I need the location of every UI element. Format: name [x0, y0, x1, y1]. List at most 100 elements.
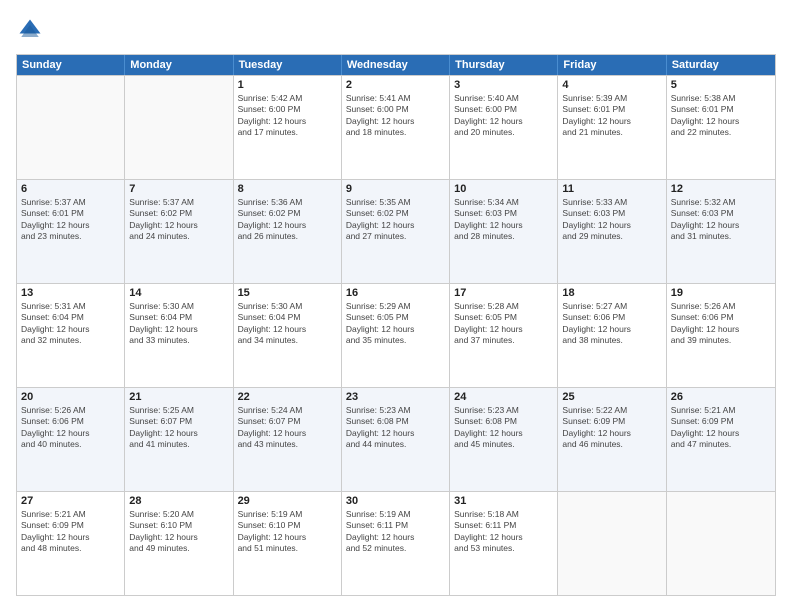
day-number: 15 [238, 287, 337, 299]
day-info: Sunrise: 5:22 AM Sunset: 6:09 PM Dayligh… [562, 405, 661, 451]
calendar-day-22: 22Sunrise: 5:24 AM Sunset: 6:07 PM Dayli… [234, 388, 342, 491]
calendar-day-18: 18 Sunrise: 5:27 AM Sunset: 6:06 PM Dayli… [558, 284, 666, 387]
day-number: 19 [671, 287, 771, 299]
calendar-day-19: 19 Sunrise: 5:26 AM Sunset: 6:06 PM Dayli… [667, 284, 775, 387]
calendar-day-11: 11 Sunrise: 5:33 AM Sunset: 6:03 PM Dayli… [558, 180, 666, 283]
day-info: Sunrise: 5:23 AM Sunset: 6:08 PM Dayligh… [346, 405, 445, 451]
day-info: Sunrise: 5:21 AM Sunset: 6:09 PM Dayligh… [671, 405, 771, 451]
day-number: 14 [129, 287, 228, 299]
day-info: Sunrise: 5:39 AM Sunset: 6:01 PM Dayligh… [562, 93, 661, 139]
calendar-week-2: 6 Sunrise: 5:37 AM Sunset: 6:01 PM Daylig… [17, 179, 775, 283]
calendar-day-27: 27 Sunrise: 5:21 AM Sunset: 6:09 PM Dayli… [17, 492, 125, 595]
day-info: Sunrise: 5:26 AM Sunset: 6:06 PM Dayligh… [21, 405, 120, 451]
calendar-day-7: 7 Sunrise: 5:37 AM Sunset: 6:02 PM Daylig… [125, 180, 233, 283]
calendar-day-13: 13Sunrise: 5:31 AM Sunset: 6:04 PM Dayli… [17, 284, 125, 387]
calendar-week-1: 1 Sunrise: 5:42 AM Sunset: 6:00 PM Daylig… [17, 75, 775, 179]
calendar-day-16: 16 Sunrise: 5:29 AM Sunset: 6:05 PM Dayli… [342, 284, 450, 387]
day-info: Sunrise: 5:41 AM Sunset: 6:00 PM Dayligh… [346, 93, 445, 139]
calendar: SundayMondayTuesdayWednesdayThursdayFrid… [16, 54, 776, 596]
page: SundayMondayTuesdayWednesdayThursdayFrid… [0, 0, 792, 612]
header [16, 16, 776, 44]
day-info: Sunrise: 5:19 AM Sunset: 6:11 PM Dayligh… [346, 509, 445, 555]
day-number: 20 [21, 391, 120, 403]
day-number: 6 [21, 183, 120, 195]
day-info: Sunrise: 5:27 AM Sunset: 6:06 PM Dayligh… [562, 301, 661, 347]
calendar-day-empty-4-5 [558, 492, 666, 595]
day-number: 26 [671, 391, 771, 403]
calendar-week-5: 27 Sunrise: 5:21 AM Sunset: 6:09 PM Dayli… [17, 491, 775, 595]
day-number: 2 [346, 79, 445, 91]
day-number: 5 [671, 79, 771, 91]
calendar-week-3: 13Sunrise: 5:31 AM Sunset: 6:04 PM Dayli… [17, 283, 775, 387]
calendar-day-14: 14 Sunrise: 5:30 AM Sunset: 6:04 PM Dayli… [125, 284, 233, 387]
day-info: Sunrise: 5:20 AM Sunset: 6:10 PM Dayligh… [129, 509, 228, 555]
calendar-day-31: 31Sunrise: 5:18 AM Sunset: 6:11 PM Dayli… [450, 492, 558, 595]
day-number: 28 [129, 495, 228, 507]
calendar-day-1: 1 Sunrise: 5:42 AM Sunset: 6:00 PM Daylig… [234, 76, 342, 179]
day-info: Sunrise: 5:30 AM Sunset: 6:04 PM Dayligh… [129, 301, 228, 347]
calendar-body: 1 Sunrise: 5:42 AM Sunset: 6:00 PM Daylig… [17, 75, 775, 595]
day-info: Sunrise: 5:35 AM Sunset: 6:02 PM Dayligh… [346, 197, 445, 243]
day-number: 21 [129, 391, 228, 403]
day-info: Sunrise: 5:28 AM Sunset: 6:05 PM Dayligh… [454, 301, 553, 347]
calendar-day-2: 2 Sunrise: 5:41 AM Sunset: 6:00 PM Daylig… [342, 76, 450, 179]
calendar-week-4: 20 Sunrise: 5:26 AM Sunset: 6:06 PM Dayli… [17, 387, 775, 491]
day-number: 29 [238, 495, 337, 507]
day-info: Sunrise: 5:40 AM Sunset: 6:00 PM Dayligh… [454, 93, 553, 139]
day-info: Sunrise: 5:42 AM Sunset: 6:00 PM Dayligh… [238, 93, 337, 139]
day-number: 7 [129, 183, 228, 195]
day-info: Sunrise: 5:21 AM Sunset: 6:09 PM Dayligh… [21, 509, 120, 555]
header-cell-tuesday: Tuesday [234, 55, 342, 75]
day-number: 17 [454, 287, 553, 299]
calendar-day-24: 24Sunrise: 5:23 AM Sunset: 6:08 PM Dayli… [450, 388, 558, 491]
day-number: 9 [346, 183, 445, 195]
calendar-day-4: 4Sunrise: 5:39 AM Sunset: 6:01 PM Daylig… [558, 76, 666, 179]
calendar-day-17: 17 Sunrise: 5:28 AM Sunset: 6:05 PM Dayli… [450, 284, 558, 387]
day-number: 25 [562, 391, 661, 403]
day-number: 16 [346, 287, 445, 299]
day-info: Sunrise: 5:38 AM Sunset: 6:01 PM Dayligh… [671, 93, 771, 139]
day-info: Sunrise: 5:34 AM Sunset: 6:03 PM Dayligh… [454, 197, 553, 243]
day-info: Sunrise: 5:29 AM Sunset: 6:05 PM Dayligh… [346, 301, 445, 347]
calendar-day-12: 12 Sunrise: 5:32 AM Sunset: 6:03 PM Dayli… [667, 180, 775, 283]
day-info: Sunrise: 5:25 AM Sunset: 6:07 PM Dayligh… [129, 405, 228, 451]
day-number: 8 [238, 183, 337, 195]
day-number: 18 [562, 287, 661, 299]
calendar-header: SundayMondayTuesdayWednesdayThursdayFrid… [17, 55, 775, 75]
logo [16, 16, 48, 44]
calendar-day-21: 21 Sunrise: 5:25 AM Sunset: 6:07 PM Dayli… [125, 388, 233, 491]
day-number: 31 [454, 495, 553, 507]
header-cell-sunday: Sunday [17, 55, 125, 75]
day-info: Sunrise: 5:31 AM Sunset: 6:04 PM Dayligh… [21, 301, 120, 347]
calendar-day-5: 5 Sunrise: 5:38 AM Sunset: 6:01 PM Daylig… [667, 76, 775, 179]
day-info: Sunrise: 5:30 AM Sunset: 6:04 PM Dayligh… [238, 301, 337, 347]
day-number: 3 [454, 79, 553, 91]
day-number: 30 [346, 495, 445, 507]
calendar-day-9: 9 Sunrise: 5:35 AM Sunset: 6:02 PM Daylig… [342, 180, 450, 283]
day-info: Sunrise: 5:33 AM Sunset: 6:03 PM Dayligh… [562, 197, 661, 243]
header-cell-saturday: Saturday [667, 55, 775, 75]
day-number: 22 [238, 391, 337, 403]
day-number: 27 [21, 495, 120, 507]
day-number: 10 [454, 183, 553, 195]
day-number: 1 [238, 79, 337, 91]
calendar-day-empty-0-0 [17, 76, 125, 179]
calendar-day-23: 23 Sunrise: 5:23 AM Sunset: 6:08 PM Dayli… [342, 388, 450, 491]
day-number: 11 [562, 183, 661, 195]
day-info: Sunrise: 5:26 AM Sunset: 6:06 PM Dayligh… [671, 301, 771, 347]
header-cell-friday: Friday [558, 55, 666, 75]
calendar-day-8: 8Sunrise: 5:36 AM Sunset: 6:02 PM Daylig… [234, 180, 342, 283]
day-info: Sunrise: 5:19 AM Sunset: 6:10 PM Dayligh… [238, 509, 337, 555]
calendar-day-empty-0-1 [125, 76, 233, 179]
day-info: Sunrise: 5:32 AM Sunset: 6:03 PM Dayligh… [671, 197, 771, 243]
day-number: 23 [346, 391, 445, 403]
day-info: Sunrise: 5:37 AM Sunset: 6:01 PM Dayligh… [21, 197, 120, 243]
calendar-day-30: 30 Sunrise: 5:19 AM Sunset: 6:11 PM Dayli… [342, 492, 450, 595]
header-cell-monday: Monday [125, 55, 233, 75]
day-number: 12 [671, 183, 771, 195]
day-number: 24 [454, 391, 553, 403]
calendar-day-15: 15 Sunrise: 5:30 AM Sunset: 6:04 PM Dayli… [234, 284, 342, 387]
calendar-day-20: 20 Sunrise: 5:26 AM Sunset: 6:06 PM Dayli… [17, 388, 125, 491]
header-cell-thursday: Thursday [450, 55, 558, 75]
day-info: Sunrise: 5:37 AM Sunset: 6:02 PM Dayligh… [129, 197, 228, 243]
